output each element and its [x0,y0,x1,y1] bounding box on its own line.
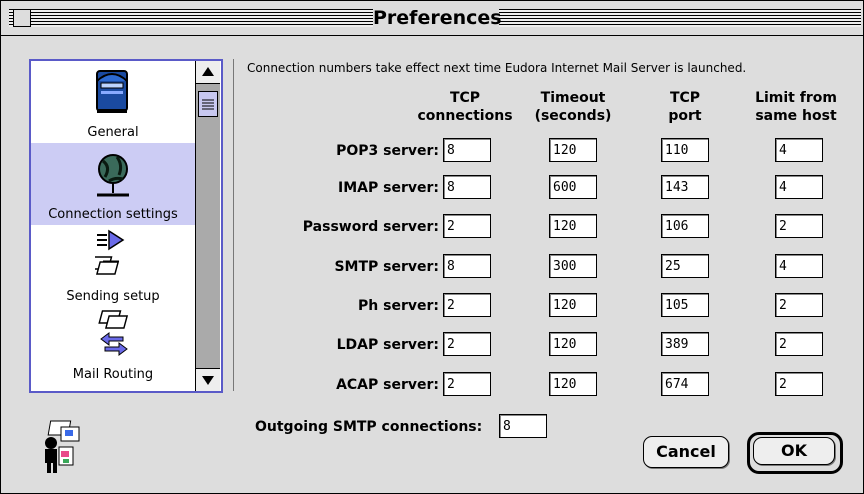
smtp-port-field[interactable]: 25 [661,254,709,278]
category-list[interactable]: General Connection settings Sending setu… [29,59,223,393]
ldap-limit-field[interactable]: 2 [775,332,823,356]
sidebar-item-label: Mail Routing [72,367,154,382]
col-header-line: TCP [669,90,701,106]
scroll-up-button[interactable] [196,61,220,84]
imap-port-field[interactable]: 143 [661,175,709,199]
col-header-limit-host: Limit from same host [741,89,851,125]
grip-icon [202,99,214,110]
panel-divider [233,59,234,391]
cancel-button[interactable]: Cancel [643,436,729,468]
window-title: Preferences [373,5,502,31]
outgoing-smtp-label: Outgoing SMTP connections: [255,419,483,435]
sidebar-item-mail-routing[interactable]: Mail Routing [31,307,195,391]
row-label-ph: Ph server: [358,298,439,314]
close-box[interactable] [13,9,31,27]
sidebar-item-label: Sending setup [66,289,160,304]
mailbox-icon [96,70,128,113]
ldap-timeout-field[interactable]: 120 [549,332,597,356]
col-header-line: port [668,108,702,124]
mail-server-app-icon [45,420,80,473]
list-scrollbar[interactable] [195,61,220,391]
col-header-line: (seconds) [534,108,612,124]
sidebar-item-label: General [87,125,139,140]
imap-timeout-field[interactable]: 600 [549,175,597,199]
routing-arrows-icon [98,310,129,356]
title-bar[interactable]: Preferences [1,1,863,36]
row-label-imap: IMAP server: [338,180,439,196]
scroll-thumb[interactable] [198,91,218,117]
row-label-acap: ACAP server: [336,377,439,393]
col-header-line: Limit from [755,90,837,106]
row-label-password: Password server: [302,219,439,235]
imap-limit-field[interactable]: 4 [775,175,823,199]
category-list-items: General Connection settings Sending setu… [31,61,195,391]
arrow-down-icon [202,376,214,385]
password-connections-field[interactable]: 2 [443,214,491,238]
password-port-field[interactable]: 106 [661,214,709,238]
acap-port-field[interactable]: 674 [661,372,709,396]
sidebar-item-connection-settings[interactable]: Connection settings [31,143,195,225]
smtp-connections-field[interactable]: 8 [443,254,491,278]
acap-connections-field[interactable]: 2 [443,372,491,396]
sidebar-item-general[interactable]: General [31,61,195,143]
sidebar-item-label: Connection settings [48,207,178,222]
row-label-smtp: SMTP server: [334,259,439,275]
col-header-timeout: Timeout (seconds) [523,89,623,125]
smtp-limit-field[interactable]: 4 [775,254,823,278]
scroll-down-button[interactable] [196,368,220,391]
pop3-timeout-field[interactable]: 120 [549,138,597,162]
ph-limit-field[interactable]: 2 [775,293,823,317]
col-header-line: connections [417,108,513,124]
ldap-connections-field[interactable]: 2 [443,332,491,356]
globe-network-icon [97,154,129,197]
row-label-ldap: LDAP server: [336,337,439,353]
pop3-limit-field[interactable]: 4 [775,138,823,162]
row-label-pop3: POP3 server: [336,143,439,159]
acap-limit-field[interactable]: 2 [775,372,823,396]
outgoing-smtp-field[interactable]: 8 [499,414,547,438]
sidebar-item-sending-setup[interactable]: Sending setup [31,225,195,307]
col-header-line: Timeout [540,90,606,106]
password-limit-field[interactable]: 2 [775,214,823,238]
pop3-connections-field[interactable]: 8 [443,138,491,162]
ph-timeout-field[interactable]: 120 [549,293,597,317]
col-header-tcp-port: TCP port [645,89,725,125]
preferences-window: Preferences General Connection settings … [0,0,864,494]
ph-port-field[interactable]: 105 [661,293,709,317]
arrow-up-icon [202,67,214,76]
smtp-timeout-field[interactable]: 300 [549,254,597,278]
col-header-line: TCP [449,90,481,106]
imap-connections-field[interactable]: 8 [443,175,491,199]
col-header-line: same host [755,108,837,124]
ldap-port-field[interactable]: 389 [661,332,709,356]
password-timeout-field[interactable]: 120 [549,214,597,238]
ph-connections-field[interactable]: 2 [443,293,491,317]
col-header-tcp-connections: TCP connections [415,89,515,125]
send-arrow-icon [95,229,125,275]
acap-timeout-field[interactable]: 120 [549,372,597,396]
ok-button[interactable]: OK [753,437,835,465]
info-note: Connection numbers take effect next time… [247,61,747,75]
pop3-port-field[interactable]: 110 [661,138,709,162]
